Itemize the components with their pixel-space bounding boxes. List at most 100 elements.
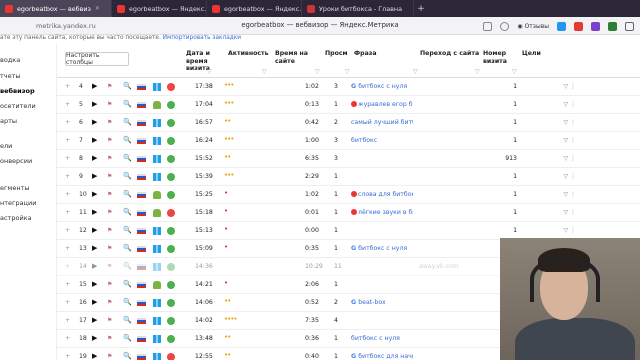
play-icon[interactable]: ▶: [92, 352, 97, 360]
download-icon[interactable]: [625, 21, 634, 31]
sidebar-item[interactable]: онверсии: [0, 157, 32, 165]
sidebar-item[interactable]: егменты: [0, 184, 30, 192]
filter-icon[interactable]: ▽: [262, 68, 267, 75]
bookmark-flag-icon[interactable]: ⚑: [107, 173, 112, 180]
table-row[interactable]: +4 ▶ ⚑ 🔍 17:38 ••• 1:02 3 G битбокс с нуля 1 ▽ ⋮: [57, 78, 640, 96]
expand-icon[interactable]: +: [65, 83, 70, 90]
column-header-views[interactable]: Просм: [325, 50, 348, 58]
column-header-date[interactable]: Дата и время визита: [186, 50, 218, 73]
expand-icon[interactable]: +: [65, 209, 70, 216]
sidebar-item[interactable]: астройка: [0, 214, 32, 222]
sidebar-item[interactable]: нтеграции: [0, 199, 36, 207]
bookmark-flag-icon[interactable]: ⚑: [107, 191, 112, 198]
bookmark-flag-icon[interactable]: ⚑: [107, 119, 112, 126]
play-icon[interactable]: ▶: [92, 208, 97, 216]
play-icon[interactable]: ▶: [92, 262, 97, 270]
table-row[interactable]: +5 ▶ ⚑ 🔍 17:04 ••• 0:13 1 журавлев егор б… 1 ▽ ⋮: [57, 96, 640, 114]
expand-icon[interactable]: +: [65, 191, 70, 198]
bookmark-flag-icon[interactable]: ⚑: [107, 245, 112, 252]
filter-row-icon[interactable]: ▽ ⋮: [563, 191, 576, 198]
copy-icon[interactable]: [483, 21, 493, 31]
expand-icon[interactable]: +: [65, 101, 70, 108]
filter-icon[interactable]: ▽: [475, 68, 480, 75]
filter-row-icon[interactable]: ▽ ⋮: [563, 227, 576, 234]
filter-icon[interactable]: ▽: [315, 68, 320, 75]
bookmark-flag-icon[interactable]: ⚑: [107, 317, 112, 324]
search-phrase[interactable]: битбокс: [351, 137, 413, 144]
play-icon[interactable]: ▶: [92, 298, 97, 306]
bookmark-flag-icon[interactable]: ⚑: [107, 101, 112, 108]
play-icon[interactable]: ▶: [92, 154, 97, 162]
table-row[interactable]: +11 ▶ ⚑ 🔍 15:18 • 0:01 1 лёгкие звуки в би… 1 ▽ ⋮: [57, 204, 640, 222]
bookmark-flag-icon[interactable]: ⚑: [107, 209, 112, 216]
filter-row-icon[interactable]: ▽ ⋮: [563, 101, 576, 108]
filter-row-icon[interactable]: ▽ ⋮: [563, 209, 576, 216]
filter-row-icon[interactable]: ▽ ⋮: [563, 119, 576, 126]
filter-icon[interactable]: ▽: [207, 68, 212, 75]
column-header-activity[interactable]: Активность: [228, 50, 269, 58]
play-icon[interactable]: ▶: [92, 118, 97, 126]
expand-icon[interactable]: +: [65, 281, 70, 288]
search-phrase[interactable]: журавлев егор б…: [351, 101, 413, 108]
browser-tab[interactable]: egorbeatbox — Яндекс.М: [112, 0, 207, 17]
extension-icon[interactable]: [574, 21, 583, 31]
expand-icon[interactable]: +: [65, 263, 70, 270]
filter-row-icon[interactable]: ▽ ⋮: [563, 83, 576, 90]
filter-icon[interactable]: ▽: [345, 68, 350, 75]
sidebar-item[interactable]: арты: [0, 117, 17, 125]
table-row[interactable]: +9 ▶ ⚑ 🔍 15:39 ••• 2:29 1 1 ▽ ⋮: [57, 168, 640, 186]
bookmark-flag-icon[interactable]: ⚑: [107, 83, 112, 90]
table-row[interactable]: +6 ▶ ⚑ 🔍 16:57 •• 0:42 2 самый лучший битб… 1 ▽ ⋮: [57, 114, 640, 132]
filter-icon[interactable]: ▽: [512, 68, 517, 75]
expand-icon[interactable]: +: [65, 173, 70, 180]
bookmark-flag-icon[interactable]: ⚑: [107, 137, 112, 144]
bookmark-flag-icon[interactable]: ⚑: [107, 281, 112, 288]
search-phrase[interactable]: слова для битбок…: [351, 191, 413, 198]
play-icon[interactable]: ▶: [92, 280, 97, 288]
play-icon[interactable]: ▶: [92, 82, 97, 90]
column-header-time[interactable]: Время на сайте: [275, 50, 315, 65]
column-header-referrer[interactable]: Переход с сайта: [420, 50, 479, 58]
extension-icon[interactable]: [557, 21, 566, 31]
play-icon[interactable]: ▶: [92, 190, 97, 198]
play-icon[interactable]: ▶: [92, 244, 97, 252]
table-row[interactable]: +8 ▶ ⚑ 🔍 15:52 •• 6:35 3 913 ▽ ⋮: [57, 150, 640, 168]
expand-icon[interactable]: +: [65, 137, 70, 144]
browser-tab[interactable]: egorbeatbox — вебвиз ✕: [0, 0, 112, 17]
filter-icon[interactable]: ▽: [413, 68, 418, 75]
bookmark-flag-icon[interactable]: ⚑: [107, 263, 112, 270]
table-row[interactable]: +10 ▶ ⚑ 🔍 15:25 • 1:02 1 слова для битбок… 1 ▽ ⋮: [57, 186, 640, 204]
extension-icon[interactable]: [591, 21, 600, 31]
expand-icon[interactable]: +: [65, 335, 70, 342]
play-icon[interactable]: ▶: [92, 316, 97, 324]
bookmark-flag-icon[interactable]: ⚑: [107, 353, 112, 360]
bookmark-flag-icon[interactable]: ⚑: [107, 335, 112, 342]
search-phrase[interactable]: лёгкие звуки в би…: [351, 209, 413, 216]
expand-icon[interactable]: +: [65, 227, 70, 234]
new-tab-icon[interactable]: +: [414, 4, 428, 14]
sidebar-item[interactable]: осетители: [0, 102, 36, 110]
column-header-phrase[interactable]: Фраза: [354, 50, 377, 58]
play-icon[interactable]: ▶: [92, 226, 97, 234]
url-field[interactable]: metrika.yandex.ru: [36, 22, 96, 30]
expand-icon[interactable]: +: [65, 317, 70, 324]
import-bookmarks-link[interactable]: Импортировать закладки: [163, 35, 241, 41]
expand-icon[interactable]: +: [65, 245, 70, 252]
sidebar-item[interactable]: водка: [0, 56, 20, 64]
bookmark-icon[interactable]: [500, 21, 510, 31]
search-phrase[interactable]: битбокс с нуля: [351, 335, 413, 342]
extension-icon[interactable]: [608, 21, 617, 31]
column-header-visit-number[interactable]: Номер визита: [483, 50, 515, 65]
expand-icon[interactable]: +: [65, 299, 70, 306]
filter-row-icon[interactable]: ▽ ⋮: [563, 173, 576, 180]
sidebar-item[interactable]: тчеты: [0, 72, 21, 80]
configure-columns-button[interactable]: Настроить столбцы: [65, 52, 129, 66]
sidebar-item[interactable]: ели: [0, 142, 12, 150]
referrer[interactable]: away.vk.com: [419, 263, 459, 270]
expand-icon[interactable]: +: [65, 155, 70, 162]
play-icon[interactable]: ▶: [92, 334, 97, 342]
expand-icon[interactable]: +: [65, 119, 70, 126]
close-tab-icon[interactable]: ✕: [95, 5, 100, 12]
browser-tab[interactable]: egorbeatbox — Яндекс.М: [207, 0, 302, 17]
bookmark-flag-icon[interactable]: ⚑: [107, 299, 112, 306]
